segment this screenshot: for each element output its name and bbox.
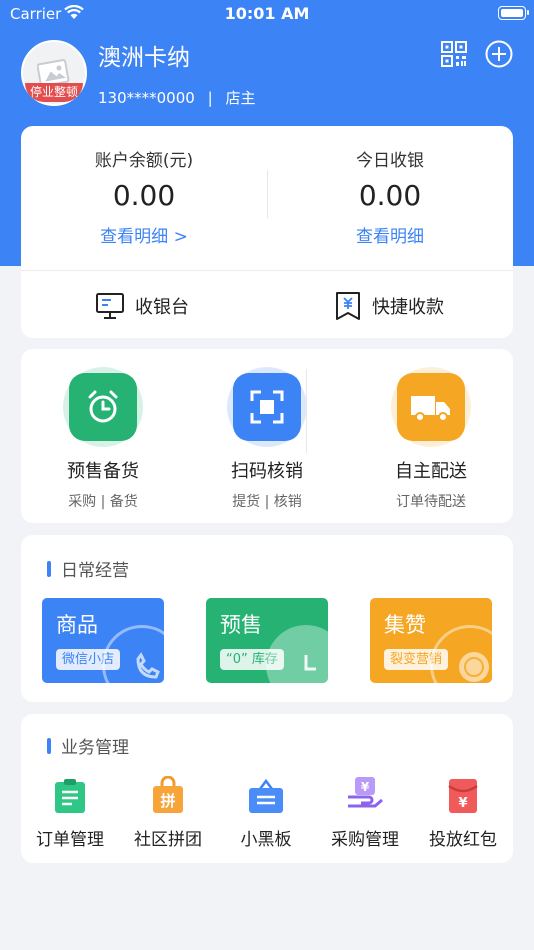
func-subtitle: 采购 | 备货 bbox=[68, 494, 138, 510]
balance-card: 账户余额(元) 0.00 查看明细 > 今日收银 0.00 查看明细 收银台 快… bbox=[21, 126, 513, 338]
truck-icon bbox=[411, 396, 450, 422]
blackboard-icon bbox=[249, 778, 283, 813]
clock-icon bbox=[304, 655, 316, 671]
red-envelope-icon: ¥ bbox=[448, 779, 478, 813]
store-info: 130****0000 | 店主 bbox=[98, 87, 255, 108]
store-name: 澳洲卡纳 bbox=[98, 45, 190, 71]
phone-handset-icon bbox=[136, 652, 160, 679]
func-subtitle: 订单待配送 bbox=[396, 494, 466, 510]
promo-title: 集赞 bbox=[384, 613, 426, 637]
account-balance: 账户余额(元) 0.00 查看明细 > bbox=[21, 126, 267, 247]
info-separator: | bbox=[207, 89, 213, 107]
alarm-clock-icon bbox=[88, 390, 118, 423]
promo-title: 商品 bbox=[56, 613, 98, 637]
today-cashier: 今日收银 0.00 查看明细 bbox=[267, 126, 513, 247]
promo-presale[interactable]: 预售 “0” 库存 bbox=[206, 598, 328, 683]
quick-pay-button[interactable]: 快捷收款 bbox=[334, 289, 444, 323]
daily-section-label: 日常经营 bbox=[61, 561, 129, 581]
receipt-yuan-icon bbox=[336, 292, 360, 320]
func-title: 扫码核销 bbox=[231, 461, 303, 482]
section-accent-bar bbox=[47, 560, 51, 577]
cashier-button[interactable]: 收银台 bbox=[95, 289, 189, 323]
phone-number: 130****0000 bbox=[98, 89, 195, 107]
biz-blackboard[interactable]: 小黑板 bbox=[216, 774, 316, 850]
business-card: 业务管理 订单管理 拼 社区拼团 小黑板 ¥ 采购管理 ¥ 投放红包 bbox=[21, 714, 513, 863]
battery-icon bbox=[498, 6, 529, 20]
scan-frame-icon bbox=[250, 390, 284, 424]
alarm-clock-tile bbox=[69, 373, 137, 441]
group-buy-bag-icon: 拼 bbox=[153, 776, 183, 813]
today-cashier-value: 0.00 bbox=[358, 179, 422, 212]
quick-pay-label: 快捷收款 bbox=[372, 297, 444, 318]
biz-purchase-management[interactable]: ¥ 采购管理 bbox=[315, 774, 415, 850]
func-title: 自主配送 bbox=[395, 461, 467, 482]
qr-code-icon[interactable] bbox=[440, 40, 468, 68]
svg-text:拼: 拼 bbox=[160, 792, 175, 810]
card-divider bbox=[21, 270, 513, 271]
biz-red-envelope[interactable]: ¥ 投放红包 bbox=[413, 774, 513, 850]
func-presale-stock[interactable]: 预售备货 采购 | 备货 bbox=[21, 367, 185, 511]
clipboard-icon bbox=[55, 779, 85, 813]
biz-label: 采购管理 bbox=[331, 830, 399, 850]
func-self-delivery[interactable]: 自主配送 订单待配送 bbox=[349, 367, 513, 511]
account-balance-label: 账户余额(元) bbox=[94, 151, 194, 171]
biz-label: 投放红包 bbox=[429, 830, 497, 850]
today-cashier-label: 今日收银 bbox=[356, 151, 424, 171]
promo-products[interactable]: 商品 微信小店 bbox=[42, 598, 164, 683]
business-section-title: 业务管理 bbox=[47, 733, 129, 758]
func-scan-verify[interactable]: 扫码核销 提货 | 核销 bbox=[185, 367, 349, 511]
svg-text:¥: ¥ bbox=[361, 780, 370, 794]
role-label: 店主 bbox=[225, 89, 256, 107]
clock: 10:01 AM bbox=[224, 4, 310, 23]
status-bar: Carrier 10:01 AM bbox=[0, 0, 534, 28]
cashier-label: 收银台 bbox=[135, 297, 189, 318]
coin-icon bbox=[459, 652, 489, 682]
biz-label: 订单管理 bbox=[36, 830, 104, 850]
add-circle-icon[interactable] bbox=[485, 40, 513, 68]
func-subtitle: 提货 | 核销 bbox=[232, 494, 302, 510]
monitor-icon bbox=[96, 293, 124, 319]
purchase-icon: ¥ bbox=[348, 777, 383, 808]
functions-card: 预售备货 采购 | 备货 扫码核销 提货 | 核销 自主配送 订单待配送 bbox=[21, 349, 513, 523]
promo-likes[interactable]: 集赞 裂变营销 bbox=[370, 598, 492, 683]
business-section-label: 业务管理 bbox=[61, 738, 129, 758]
daily-section-title: 日常经营 bbox=[47, 556, 129, 581]
biz-label: 小黑板 bbox=[240, 830, 292, 850]
truck-tile bbox=[397, 373, 465, 441]
biz-order-management[interactable]: 订单管理 bbox=[20, 774, 120, 850]
svg-text:¥: ¥ bbox=[458, 796, 467, 811]
scan-tile bbox=[233, 373, 301, 441]
biz-community-group-buy[interactable]: 拼 社区拼团 bbox=[118, 774, 218, 850]
today-detail-link[interactable]: 查看明细 bbox=[267, 222, 513, 247]
image-placeholder-icon bbox=[37, 59, 70, 86]
daily-operations-card: 日常经营 商品 微信小店 预售 “0” 库存 集赞 裂变营销 bbox=[21, 535, 513, 702]
account-detail-link[interactable]: 查看明细 > bbox=[21, 222, 267, 247]
func-divider bbox=[306, 369, 307, 453]
func-title: 预售备货 bbox=[67, 461, 139, 482]
account-balance-value: 0.00 bbox=[112, 179, 176, 212]
section-accent-bar bbox=[47, 737, 51, 754]
promo-title: 预售 bbox=[220, 613, 262, 637]
biz-label: 社区拼团 bbox=[134, 830, 202, 850]
